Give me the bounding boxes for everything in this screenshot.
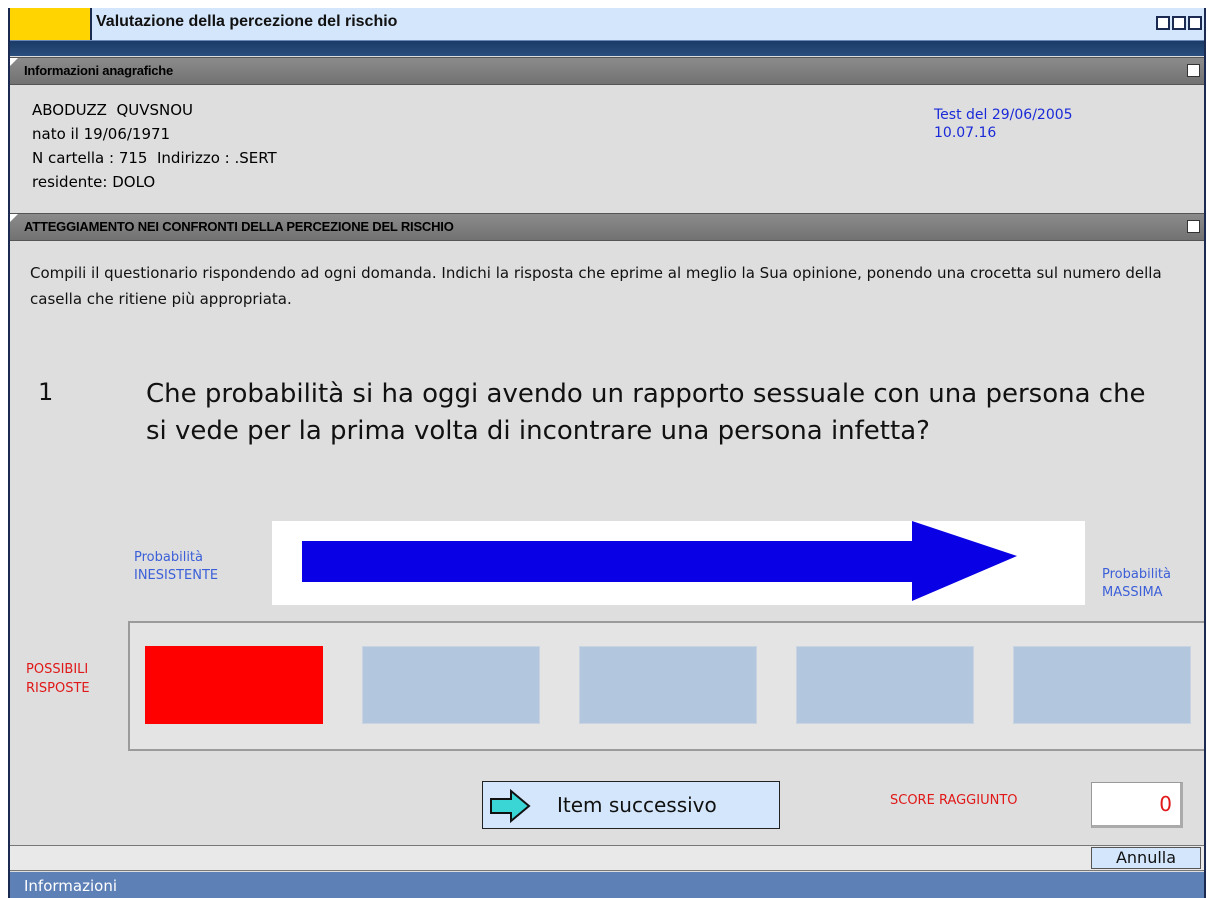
patient-cartella: N cartella : 715 Indirizzo : .SERT [32,149,277,167]
scale-min-line1: Probabilità [134,550,203,565]
scale-label-max: Probabilità MASSIMA [1102,566,1171,602]
question-number: 1 [38,378,54,406]
patient-residence: residente: DOLO [32,173,156,191]
scale-max-line1: Probabilità [1102,567,1171,582]
scale-min-line2: INESISTENTE [134,568,219,583]
test-info: Test del 29/06/2005 10.07.16 [934,106,1073,142]
questionario-title: ATTEGGIAMENTO NEI CONFRONTI DELLA PERCEZ… [24,219,454,234]
patient-born: nato il 19/06/1971 [32,125,171,143]
status-bar: Informazioni [10,872,1204,898]
next-item-label: Item successivo [557,793,717,817]
title-accent [10,8,92,40]
answer-option-4[interactable] [796,646,974,724]
questionario-header: ATTEGGIAMENTO NEI CONFRONTI DELLA PERCEZ… [10,213,1204,241]
instructions-text: Compili il questionario rispondendo ad o… [30,264,1162,308]
cancel-button[interactable]: Annulla [1091,847,1201,869]
test-time: 10.07.16 [934,125,997,141]
answer-option-1[interactable] [145,646,323,724]
score-label: SCORE RAGGIUNTO [890,793,1018,808]
question-text: Che probabilità si ha oggi avendo un rap… [146,379,1146,446]
answers-label-line1: POSSIBILI [26,662,89,677]
answers-label: POSSIBILI RISPOSTE [26,660,90,698]
minimize-button[interactable] [1156,16,1170,30]
anagrafica-header: Informazioni anagrafiche [10,57,1204,85]
score-value: 0 [1159,792,1172,816]
window-title: Valutazione della percezione del rischio [96,13,398,30]
answer-option-5[interactable] [1013,646,1191,724]
close-button[interactable] [1188,16,1202,30]
maximize-button[interactable] [1172,16,1186,30]
window-controls [1156,16,1202,30]
score-field: 0 [1091,782,1183,828]
next-item-button[interactable]: Item successivo [482,781,780,829]
questionnaire-window: Valutazione della percezione del rischio… [8,8,1206,898]
answers-label-line2: RISPOSTE [26,681,90,696]
title-bar: Valutazione della percezione del rischio [10,8,1204,41]
status-text: Informazioni [24,877,117,895]
test-date: Test del 29/06/2005 [934,107,1073,123]
bottom-toolbar [10,845,1204,871]
arrow-right-icon [490,789,531,823]
answer-option-3[interactable] [579,646,757,724]
patient-info: ABODUZZ QUVSNOU nato il 19/06/1971 N car… [32,98,277,194]
right-arrow-icon [302,521,1017,601]
corner-notch [10,58,18,66]
scale-label-min: Probabilità INESISTENTE [134,549,218,585]
collapse-anagrafica-button[interactable] [1187,64,1200,77]
anagrafica-title: Informazioni anagrafiche [24,63,174,78]
probability-arrow-panel [272,521,1085,605]
corner-notch [10,214,18,222]
patient-name: ABODUZZ QUVSNOU [32,101,194,119]
collapse-questionario-button[interactable] [1187,220,1200,233]
answer-option-2[interactable] [362,646,540,724]
header-divider [10,41,1204,56]
scale-max-line2: MASSIMA [1102,585,1163,600]
